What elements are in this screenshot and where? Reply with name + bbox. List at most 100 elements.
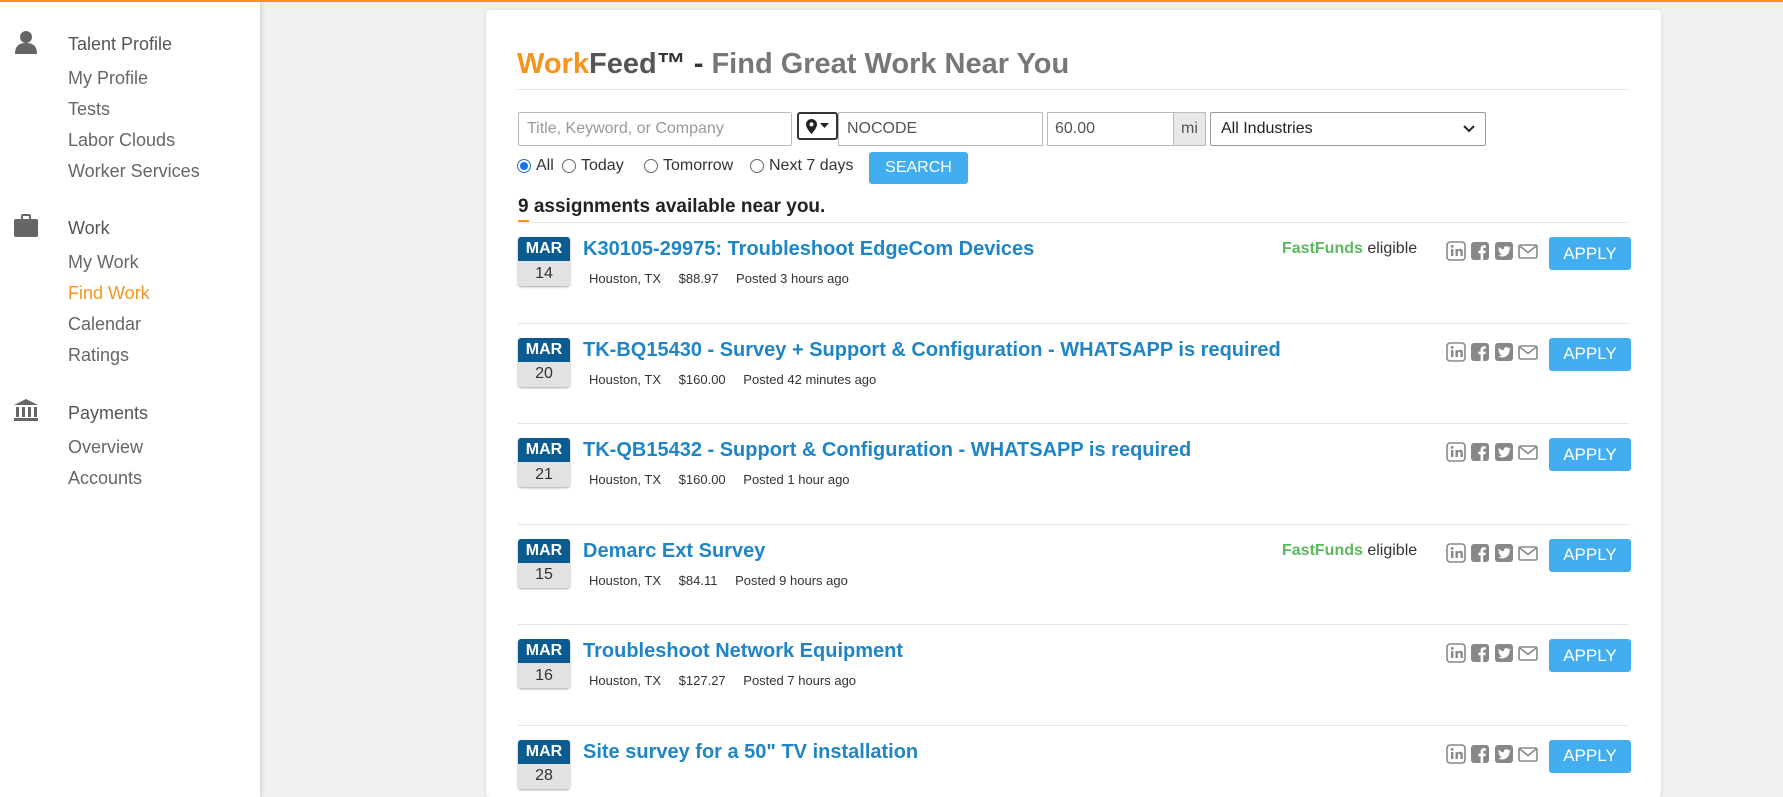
listing-location: Houston, TX [589,572,662,588]
facebook-icon[interactable] [1470,744,1490,764]
email-icon[interactable] [1518,744,1538,764]
date-badge: MAR 20 [518,337,570,387]
listing-row: MAR 16 Troubleshoot Network Equipment Hou… [518,624,1631,724]
workfeed-panel: WorkFeed™ - Find Great Work Near You mi … [486,10,1661,797]
date-day: 21 [518,462,570,487]
location-button[interactable] [797,112,838,140]
date-badge: MAR 28 [518,739,570,789]
apply-button[interactable]: APPLY [1549,438,1631,471]
radio-indicator [517,159,531,173]
listing-pay: $88.97 [678,271,719,286]
sidebar-item-accounts[interactable]: Accounts [68,468,142,489]
fastfunds-eligible-badge: FastFunds eligible [1282,240,1417,258]
apply-button[interactable]: APPLY [1549,237,1631,270]
sidebar-item-labor-clouds[interactable]: Labor Clouds [68,130,175,151]
listing-location: Houston, TX [589,371,662,387]
sidebar-item-tests[interactable]: Tests [68,99,110,120]
date-day: 15 [518,562,570,588]
chevron-down-icon [1463,125,1475,133]
page-title: WorkFeed™ - Find Great Work Near You [517,48,1069,81]
bank-icon [14,399,38,421]
listing-posted: Posted 1 hour ago [743,472,850,487]
listing-title-link[interactable]: Demarc Ext Survey [583,540,765,563]
listing-posted: Posted 9 hours ago [735,572,848,588]
date-badge: MAR 21 [518,438,570,487]
linkedin-icon[interactable] [1446,341,1466,362]
twitter-icon[interactable] [1494,744,1514,764]
sidebar-heading-payments[interactable]: Payments [68,403,148,424]
listing-title-link[interactable]: K30105-29975: Troubleshoot EdgeCom Devic… [583,238,1034,261]
facebook-icon[interactable] [1470,543,1490,563]
listing-title-link[interactable]: Site survey for a 50" TV installation [583,741,918,764]
sidebar-item-find-work[interactable]: Find Work [68,283,150,304]
search-button[interactable]: SEARCH [869,152,968,184]
apply-button[interactable]: APPLY [1549,538,1631,572]
sidebar-item-my-work[interactable]: My Work [68,252,139,273]
filter-next-7-days-label: Next 7 days [769,157,854,174]
listing-title-link[interactable]: TK-QB15432 - Support & Configuration - W… [583,439,1191,462]
listing-pay: $160.00 [678,371,726,387]
sidebar-item-ratings[interactable]: Ratings [68,345,129,366]
sidebar-heading-talent-profile[interactable]: Talent Profile [68,34,172,55]
linkedin-icon[interactable] [1446,743,1466,764]
twitter-icon[interactable] [1494,442,1514,462]
linkedin-icon[interactable] [1446,643,1466,663]
twitter-icon[interactable] [1494,643,1514,663]
apply-button[interactable]: APPLY [1549,639,1631,672]
date-day: 16 [518,663,570,688]
filter-today-label: Today [581,157,624,174]
apply-button[interactable]: APPLY [1549,739,1631,773]
results-summary: 9 assignments available near you. [518,196,825,218]
fastfunds-suffix: eligible [1362,240,1418,257]
briefcase-icon [14,214,38,237]
fastfunds-brand: FastFunds [1282,240,1363,257]
email-icon[interactable] [1518,543,1538,563]
apply-button[interactable]: APPLY [1549,337,1631,371]
email-icon[interactable] [1518,643,1538,663]
sidebar-item-calendar[interactable]: Calendar [68,314,141,335]
industry-select[interactable]: All Industries [1210,112,1486,146]
zip-code-input[interactable] [838,112,1043,146]
listing-location: Houston, TX [589,271,662,286]
email-icon[interactable] [1518,342,1538,362]
facebook-icon[interactable] [1470,241,1490,261]
twitter-icon[interactable] [1494,342,1514,362]
results-count: 9 [518,196,529,217]
facebook-icon[interactable] [1470,643,1490,663]
filter-tomorrow-radio[interactable]: Tomorrow [644,157,733,175]
facebook-icon[interactable] [1470,342,1490,362]
radio-indicator [750,159,764,173]
page-tagline: Find Great Work Near You [711,48,1070,80]
listing-title-link[interactable]: TK-BQ15430 - Survey + Support & Configur… [583,339,1281,362]
listing-row: MAR 20 TK-BQ15430 - Survey + Support & Co… [518,322,1631,423]
radius-unit: mi [1173,112,1206,146]
fastfunds-suffix: eligible [1362,541,1418,559]
filter-today-radio[interactable]: Today [562,157,624,175]
keyword-search-input[interactable] [518,112,792,146]
top-accent-bar [0,0,1783,2]
filter-tomorrow-label: Tomorrow [663,157,734,174]
radius-input[interactable] [1047,112,1174,146]
sidebar-item-my-profile[interactable]: My Profile [68,68,148,89]
listing-pay: $160.00 [678,472,726,487]
sidebar-heading-work[interactable]: Work [68,218,110,239]
listing-meta: Houston, TX $160.00 Posted 42 minutes ag… [589,372,890,387]
email-icon[interactable] [1518,442,1538,462]
sidebar-item-overview[interactable]: Overview [68,437,143,458]
email-icon[interactable] [1518,241,1538,261]
linkedin-icon[interactable] [1446,241,1466,261]
linkedin-icon[interactable] [1446,542,1466,563]
fastfunds-brand: FastFunds [1282,541,1363,559]
twitter-icon[interactable] [1494,543,1514,563]
filter-next-7-days-radio[interactable]: Next 7 days [750,157,853,175]
brand-feed: Feed [588,48,657,80]
listing-pay: $127.27 [678,673,726,688]
linkedin-icon[interactable] [1446,442,1466,462]
filter-all-radio[interactable]: All [517,157,554,175]
date-day: 28 [518,763,570,789]
listing-title-link[interactable]: Troubleshoot Network Equipment [583,640,903,663]
radio-indicator [562,159,576,173]
sidebar-item-worker-services[interactable]: Worker Services [68,161,200,182]
facebook-icon[interactable] [1470,442,1490,462]
twitter-icon[interactable] [1494,241,1514,261]
